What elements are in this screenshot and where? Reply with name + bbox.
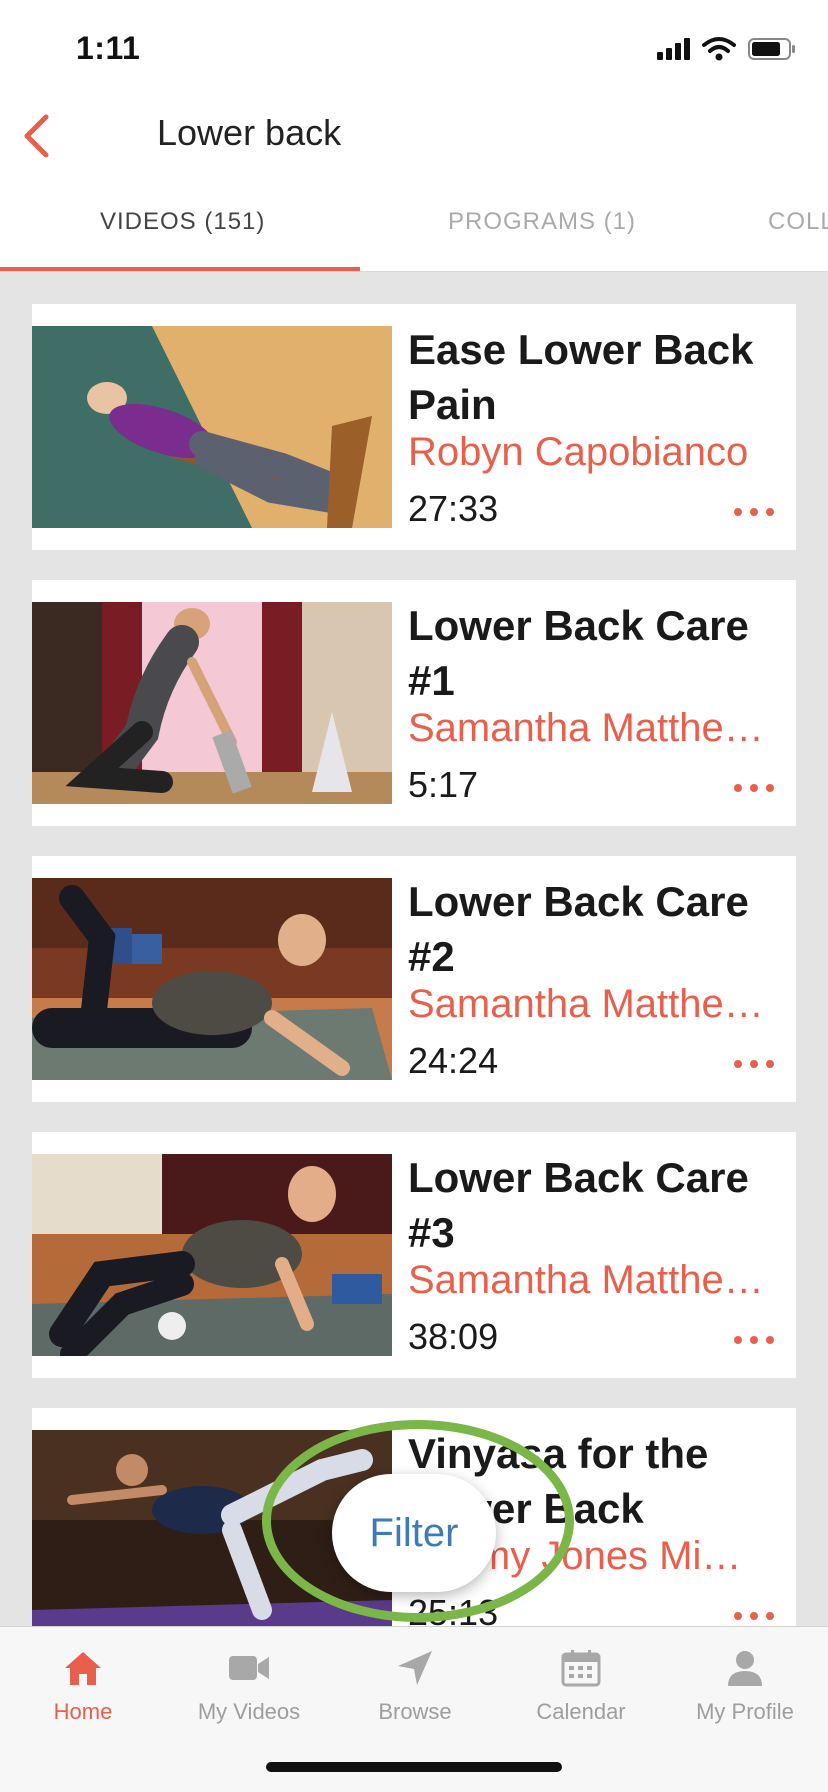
more-options-button[interactable] — [734, 1328, 774, 1352]
video-title: Lower Back Care #1 — [408, 602, 749, 704]
nav-my-videos[interactable]: My Videos — [166, 1641, 332, 1725]
battery-icon — [748, 37, 796, 61]
filter-button[interactable]: Filter — [332, 1474, 496, 1592]
nav-browse[interactable]: Browse — [332, 1641, 498, 1725]
home-icon — [65, 1652, 101, 1685]
tab-videos[interactable]: VIDEOS (151) — [100, 208, 265, 236]
nav-my-videos-label: My Videos — [197, 1699, 301, 1724]
navigation-header: Lower back — [0, 96, 828, 180]
nav-my-profile-label: My Profile — [696, 1699, 794, 1724]
nav-calendar[interactable]: Calendar — [498, 1641, 664, 1725]
video-duration: 5:17 — [408, 764, 479, 805]
more-options-button[interactable] — [734, 776, 774, 800]
more-options-button[interactable] — [734, 1604, 774, 1626]
video-instructor[interactable]: Samantha Matthews — [408, 1258, 770, 1303]
status-time: 1:11 — [76, 30, 141, 66]
video-duration: 27:33 — [408, 488, 499, 529]
tab-collections[interactable]: COLLECTIONS — [768, 208, 828, 236]
page-title: Lower back — [157, 112, 342, 153]
video-instructor[interactable]: Samantha Matthews — [408, 982, 770, 1027]
nav-my-profile[interactable]: My Profile — [662, 1641, 828, 1725]
video-instructor[interactable]: Robyn Capobianco — [408, 430, 770, 475]
more-options-button[interactable] — [734, 1052, 774, 1076]
video-thumbnail[interactable] — [32, 602, 392, 804]
more-options-button[interactable] — [734, 500, 774, 524]
video-card[interactable]: Lower Back Care #1 Samantha Matthews 5:1… — [32, 580, 796, 826]
nav-calendar-label: Calendar — [536, 1699, 626, 1724]
video-card[interactable]: Lower Back Care #3 Samantha Matthews 38:… — [32, 1132, 796, 1378]
video-thumbnail[interactable] — [32, 878, 392, 1080]
video-duration: 24:24 — [408, 1040, 499, 1081]
home-indicator — [266, 1762, 562, 1772]
nav-home[interactable]: Home — [0, 1641, 166, 1725]
nav-browse-label: Browse — [378, 1699, 452, 1724]
video-duration: 38:09 — [408, 1316, 499, 1357]
video-thumbnail[interactable] — [32, 326, 392, 528]
profile-icon — [728, 1651, 762, 1686]
status-bar: 1:11 — [0, 0, 828, 96]
video-title: Lower Back Care #2 — [408, 878, 749, 980]
status-icons — [657, 36, 796, 62]
video-thumbnail[interactable] — [32, 1154, 392, 1356]
video-title: Lower Back Care #3 — [408, 1154, 749, 1256]
wifi-icon — [702, 36, 736, 62]
nav-home-label: Home — [53, 1699, 113, 1724]
tab-programs[interactable]: PROGRAMS (1) — [448, 208, 636, 236]
video-title: Ease Lower Back Pain — [408, 326, 754, 428]
video-card[interactable]: Lower Back Care #2 Samantha Matthews 24:… — [32, 856, 796, 1102]
cellular-signal-icon — [657, 38, 690, 60]
back-button[interactable] — [14, 106, 58, 166]
video-camera-icon — [229, 1656, 269, 1680]
navigation-arrow-icon — [398, 1651, 432, 1685]
video-card[interactable]: Ease Lower Back Pain Robyn Capobianco 27… — [32, 304, 796, 550]
calendar-icon — [561, 1650, 601, 1687]
video-instructor[interactable]: Samantha Matthews — [408, 706, 770, 751]
tab-bar: VIDEOS (151) PROGRAMS (1) COLLECTIONS — [0, 186, 828, 272]
chevron-left-icon — [24, 114, 49, 158]
